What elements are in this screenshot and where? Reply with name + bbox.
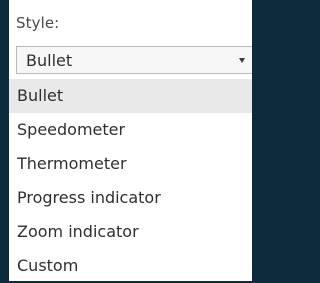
style-select-value: Bullet xyxy=(26,51,73,70)
option-custom[interactable]: Custom xyxy=(9,249,252,283)
option-thermometer[interactable]: Thermometer xyxy=(9,147,252,181)
option-bullet[interactable]: Bullet xyxy=(9,79,252,113)
style-select[interactable]: Bullet xyxy=(16,46,252,74)
style-dropdown-list: Bullet Speedometer Thermometer Progress … xyxy=(9,79,252,283)
option-zoom-indicator[interactable]: Zoom indicator xyxy=(9,215,252,249)
option-speedometer[interactable]: Speedometer xyxy=(9,113,252,147)
style-panel: Style: Bullet Bullet Speedometer Thermom… xyxy=(9,0,252,281)
caret-down-icon[interactable] xyxy=(239,58,245,63)
style-label: Style: xyxy=(16,14,60,32)
option-progress-indicator[interactable]: Progress indicator xyxy=(9,181,252,215)
